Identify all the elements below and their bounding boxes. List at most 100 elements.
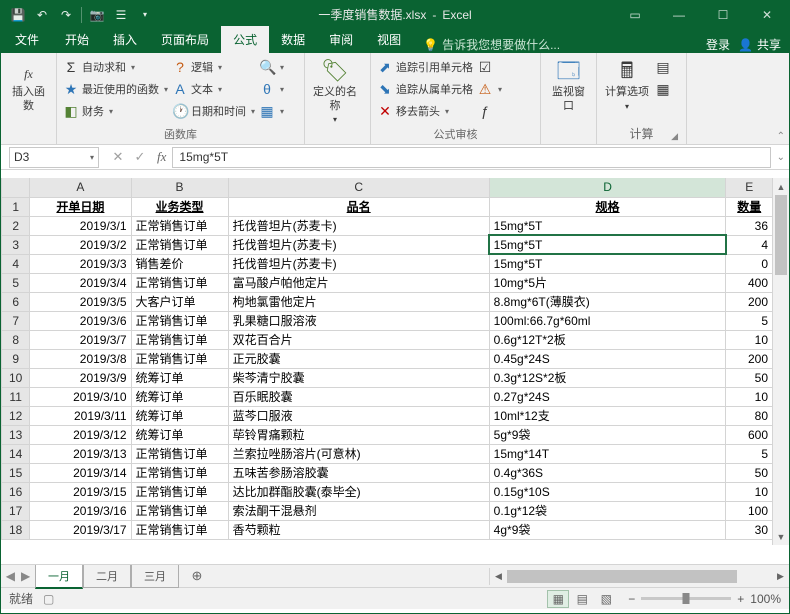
- cell[interactable]: 正常销售订单: [131, 330, 228, 349]
- cell[interactable]: 2019/3/3: [30, 254, 131, 273]
- col-header-B[interactable]: B: [131, 178, 228, 197]
- cell[interactable]: 15mg*5T: [489, 235, 726, 254]
- cell[interactable]: 100ml:66.7g*60ml: [489, 311, 726, 330]
- cell[interactable]: 10ml*12支: [489, 406, 726, 425]
- error-check-button[interactable]: ⚠▾: [477, 78, 502, 100]
- cell[interactable]: 2019/3/4: [30, 273, 131, 292]
- row-header[interactable]: 13: [2, 425, 30, 444]
- close-icon[interactable]: ✕: [745, 1, 789, 28]
- cell[interactable]: 100: [726, 501, 773, 520]
- cell[interactable]: 富马酸卢帕他定片: [228, 273, 489, 292]
- cell[interactable]: 开单日期: [30, 197, 131, 216]
- save-icon[interactable]: 💾: [7, 4, 29, 26]
- cell[interactable]: 兰索拉唑肠溶片(可意林): [228, 444, 489, 463]
- collapse-ribbon-icon[interactable]: ⌃: [777, 131, 785, 142]
- math-button[interactable]: θ▾: [259, 78, 284, 100]
- cell[interactable]: 0.6g*12T*2板: [489, 330, 726, 349]
- login-button[interactable]: 登录: [706, 36, 730, 53]
- cell[interactable]: 正常销售订单: [131, 520, 228, 539]
- cell[interactable]: 正常销售订单: [131, 463, 228, 482]
- horizontal-scrollbar[interactable]: ◀ ▶: [489, 568, 789, 585]
- cell[interactable]: 2019/3/5: [30, 292, 131, 311]
- cell[interactable]: 托伐普坦片(苏麦卡): [228, 254, 489, 273]
- dialog-launcher-icon[interactable]: ◢: [671, 131, 678, 142]
- scroll-right-icon[interactable]: ▶: [772, 571, 789, 582]
- cell[interactable]: 0: [726, 254, 773, 273]
- calc-now-button[interactable]: ▤: [655, 56, 671, 78]
- cell[interactable]: 10: [726, 387, 773, 406]
- row-header[interactable]: 18: [2, 520, 30, 539]
- prev-sheet-icon[interactable]: ◀: [6, 569, 15, 583]
- row-header[interactable]: 14: [2, 444, 30, 463]
- row-header[interactable]: 7: [2, 311, 30, 330]
- cell[interactable]: 10: [726, 330, 773, 349]
- cell[interactable]: 正常销售订单: [131, 311, 228, 330]
- cell[interactable]: 数量: [726, 197, 773, 216]
- scroll-left-icon[interactable]: ◀: [490, 571, 507, 582]
- cell[interactable]: 2019/3/1: [30, 216, 131, 235]
- zoom-level[interactable]: 100%: [750, 592, 781, 606]
- vertical-scrollbar[interactable]: ▲ ▼: [772, 178, 789, 545]
- cell[interactable]: 托伐普坦片(苏麦卡): [228, 216, 489, 235]
- calc-options-button[interactable]: 🖩 计算选项 ▾: [603, 56, 651, 113]
- cell[interactable]: 50: [726, 368, 773, 387]
- cell[interactable]: 双花百合片: [228, 330, 489, 349]
- cell[interactable]: 统筹订单: [131, 368, 228, 387]
- autosum-button[interactable]: Σ自动求和▾: [63, 56, 168, 78]
- cell[interactable]: 0.1g*12袋: [489, 501, 726, 520]
- share-button[interactable]: 👤共享: [738, 36, 781, 53]
- zoom-out-button[interactable]: −: [628, 592, 635, 606]
- cell[interactable]: 10: [726, 482, 773, 501]
- redo-icon[interactable]: ↷: [55, 4, 77, 26]
- calc-sheet-button[interactable]: ▦: [655, 78, 671, 100]
- cell[interactable]: 15mg*14T: [489, 444, 726, 463]
- cell[interactable]: 蓝芩口服液: [228, 406, 489, 425]
- cell[interactable]: 0.15g*10S: [489, 482, 726, 501]
- cell[interactable]: 0.45g*24S: [489, 349, 726, 368]
- tell-me-search[interactable]: 💡 告诉我您想要做什么...: [423, 36, 560, 53]
- tab-review[interactable]: 审阅: [317, 26, 365, 53]
- cancel-formula-icon[interactable]: ✕: [107, 149, 129, 165]
- name-box[interactable]: D3 ▾: [9, 147, 99, 168]
- datetime-button[interactable]: 🕐日期和时间▾: [172, 100, 255, 122]
- cell[interactable]: 400: [726, 273, 773, 292]
- cell[interactable]: 柴芩清宁胶囊: [228, 368, 489, 387]
- scroll-down-icon[interactable]: ▼: [773, 528, 789, 545]
- text-button[interactable]: A文本▾: [172, 78, 255, 100]
- scroll-up-icon[interactable]: ▲: [773, 178, 789, 195]
- cell[interactable]: 2019/3/7: [30, 330, 131, 349]
- cell[interactable]: 销售差价: [131, 254, 228, 273]
- cell[interactable]: 8.8mg*6T(薄膜衣): [489, 292, 726, 311]
- cell[interactable]: 达比加群酯胶囊(泰毕全): [228, 482, 489, 501]
- recent-functions-button[interactable]: ★最近使用的函数▾: [63, 78, 168, 100]
- cell[interactable]: 香芍颗粒: [228, 520, 489, 539]
- cell[interactable]: 正常销售订单: [131, 482, 228, 501]
- cell[interactable]: 36: [726, 216, 773, 235]
- cell[interactable]: 荜铃胃痛颗粒: [228, 425, 489, 444]
- cell[interactable]: 2019/3/10: [30, 387, 131, 406]
- cell[interactable]: 统筹订单: [131, 425, 228, 444]
- macro-record-icon[interactable]: ▢: [43, 592, 54, 606]
- cell[interactable]: 4g*9袋: [489, 520, 726, 539]
- cell[interactable]: 五味苦参肠溶胶囊: [228, 463, 489, 482]
- cell[interactable]: 2019/3/15: [30, 482, 131, 501]
- form-icon[interactable]: ☰: [110, 4, 132, 26]
- cell[interactable]: 枸地氯雷他定片: [228, 292, 489, 311]
- cell[interactable]: 品名: [228, 197, 489, 216]
- cell[interactable]: 2019/3/13: [30, 444, 131, 463]
- cell[interactable]: 2019/3/14: [30, 463, 131, 482]
- remove-arrows-button[interactable]: ✕移去箭头▾: [377, 100, 473, 122]
- trace-dependents-button[interactable]: ⬊追踪从属单元格: [377, 78, 473, 100]
- undo-icon[interactable]: ↶: [31, 4, 53, 26]
- cell[interactable]: 正常销售订单: [131, 235, 228, 254]
- enter-formula-icon[interactable]: ✓: [129, 149, 151, 165]
- evaluate-formula-button[interactable]: ƒ: [477, 100, 502, 122]
- sheet-nav[interactable]: ◀▶: [1, 569, 35, 583]
- tab-insert[interactable]: 插入: [101, 26, 149, 53]
- cell[interactable]: 大客户订单: [131, 292, 228, 311]
- row-header[interactable]: 1: [2, 197, 30, 216]
- cell[interactable]: 2019/3/8: [30, 349, 131, 368]
- camera-icon[interactable]: 📷: [86, 4, 108, 26]
- cell[interactable]: 业务类型: [131, 197, 228, 216]
- row-header[interactable]: 4: [2, 254, 30, 273]
